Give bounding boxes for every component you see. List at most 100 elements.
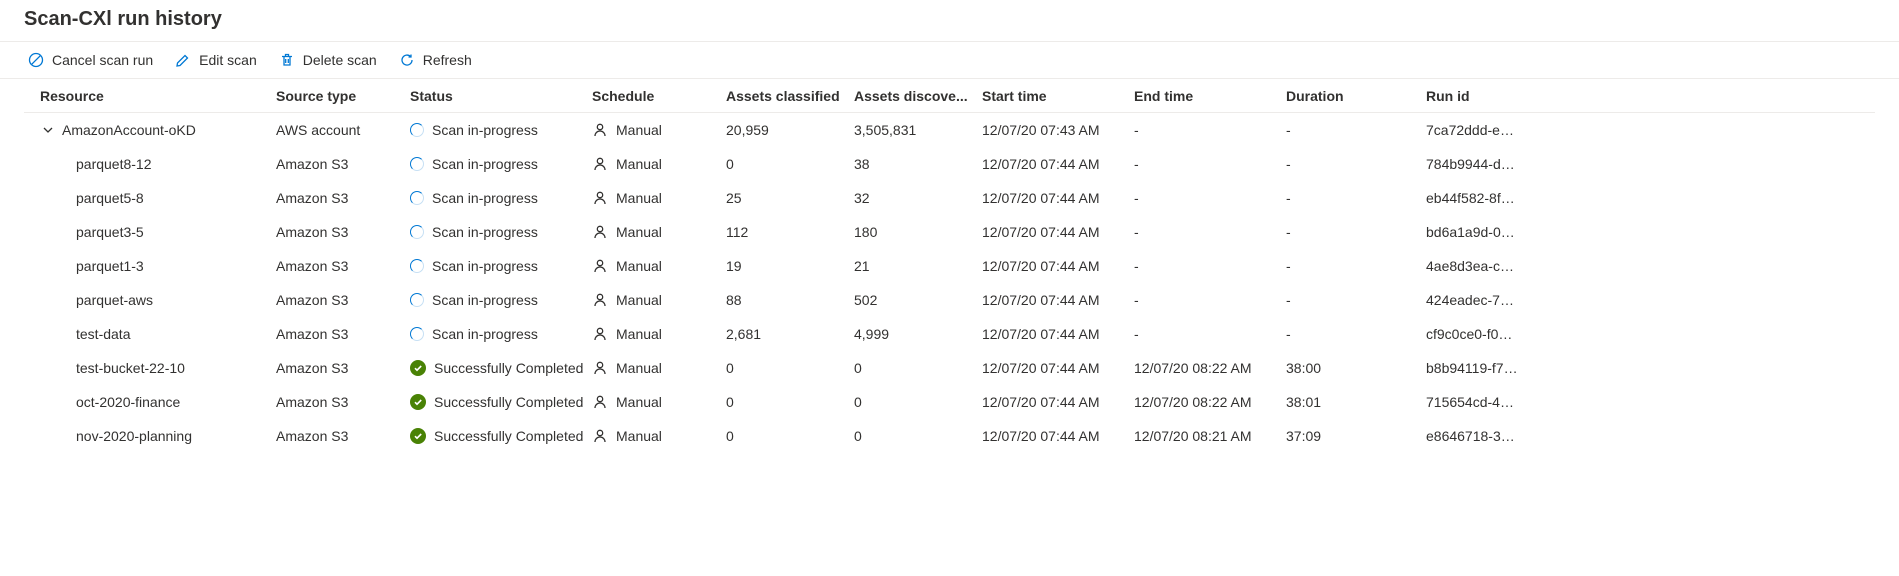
col-resource[interactable]: Resource [40,88,276,104]
person-icon [592,394,608,410]
chevron-down-icon[interactable] [40,124,56,136]
assets-discovered: 3,505,831 [854,122,982,138]
col-duration[interactable]: Duration [1286,88,1426,104]
refresh-icon [399,52,415,68]
end-time: - [1134,122,1286,138]
status-text: Successfully Completed [434,394,583,410]
schedule-cell: Manual [592,190,726,206]
spinner-icon [410,123,424,137]
source-type: Amazon S3 [276,156,410,172]
spinner-icon [410,191,424,205]
source-type: AWS account [276,122,410,138]
status-cell: Successfully Completed [410,394,592,410]
duration: - [1286,122,1426,138]
table-row[interactable]: parquet8-12Amazon S3Scan in-progressManu… [24,147,1875,181]
source-type: Amazon S3 [276,428,410,444]
assets-classified: 0 [726,156,854,172]
table-row[interactable]: parquet1-3Amazon S3Scan in-progressManua… [24,249,1875,283]
assets-classified: 20,959 [726,122,854,138]
source-type: Amazon S3 [276,360,410,376]
person-icon [592,156,608,172]
assets-classified: 112 [726,224,854,240]
col-end-time[interactable]: End time [1134,88,1286,104]
spinner-icon [410,259,424,273]
start-time: 12/07/20 07:44 AM [982,428,1134,444]
person-icon [592,224,608,240]
refresh-button[interactable]: Refresh [399,52,472,68]
status-cell: Scan in-progress [410,258,592,274]
assets-discovered: 0 [854,394,982,410]
run-history-table: Resource Source type Status Schedule Ass… [0,79,1899,453]
assets-classified: 25 [726,190,854,206]
assets-classified: 0 [726,394,854,410]
duration: - [1286,258,1426,274]
schedule-label: Manual [616,360,662,376]
start-time: 12/07/20 07:44 AM [982,360,1134,376]
duration: 38:01 [1286,394,1426,410]
run-id: 7ca72ddd-eb23-41 [1426,122,1526,138]
schedule-label: Manual [616,156,662,172]
table-row[interactable]: nov-2020-planningAmazon S3 Successfully C… [24,419,1875,453]
edit-scan-button[interactable]: Edit scan [175,52,257,68]
table-row[interactable]: parquet3-5Amazon S3Scan in-progressManua… [24,215,1875,249]
table-row[interactable]: parquet-awsAmazon S3Scan in-progressManu… [24,283,1875,317]
assets-discovered: 0 [854,360,982,376]
col-assets-classified[interactable]: Assets classified [726,88,854,104]
start-time: 12/07/20 07:44 AM [982,190,1134,206]
schedule-cell: Manual [592,292,726,308]
check-icon [410,428,426,444]
status-text: Scan in-progress [432,326,538,342]
duration: - [1286,224,1426,240]
table-body: AmazonAccount-oKDAWS account Scan in-prog… [24,113,1875,453]
col-start-time[interactable]: Start time [982,88,1134,104]
status-cell: Scan in-progress [410,224,592,240]
assets-discovered: 4,999 [854,326,982,342]
col-assets-discovered[interactable]: Assets discove... [854,88,982,104]
run-id: 4ae8d3ea-ca67-41 [1426,258,1526,274]
resource-name: parquet8-12 [76,156,152,172]
col-schedule[interactable]: Schedule [592,88,726,104]
status-cell: Successfully Completed [410,360,592,376]
resource-cell: test-bucket-22-10 [40,360,276,376]
col-run-id[interactable]: Run id [1426,88,1526,104]
schedule-cell: Manual [592,156,726,172]
person-icon [592,360,608,376]
start-time: 12/07/20 07:44 AM [982,326,1134,342]
status-text: Scan in-progress [432,258,538,274]
end-time: 12/07/20 08:22 AM [1134,360,1286,376]
table-header: Resource Source type Status Schedule Ass… [24,79,1875,113]
resource-name: test-bucket-22-10 [76,360,185,376]
resource-cell: AmazonAccount-oKD [40,122,276,138]
status-text: Successfully Completed [434,428,583,444]
run-id: cf9c0ce0-f051-4d6 [1426,326,1526,342]
person-icon [592,292,608,308]
schedule-cell: Manual [592,122,726,138]
end-time: - [1134,156,1286,172]
table-row[interactable]: test-bucket-22-10 Amazon S3Successfully C… [24,351,1875,385]
end-time: - [1134,224,1286,240]
spinner-icon [410,293,424,307]
col-status[interactable]: Status [410,88,592,104]
duration: - [1286,190,1426,206]
col-source-type[interactable]: Source type [276,88,410,104]
resource-name: oct-2020-finance [76,394,180,410]
duration: 37:09 [1286,428,1426,444]
end-time: 12/07/20 08:22 AM [1134,394,1286,410]
resource-name: test-data [76,326,130,342]
start-time: 12/07/20 07:44 AM [982,394,1134,410]
delete-icon [279,52,295,68]
table-row[interactable]: AmazonAccount-oKDAWS accountScan in-prog… [24,113,1875,147]
table-row[interactable]: parquet5-8Amazon S3Scan in-progressManua… [24,181,1875,215]
table-row[interactable]: oct-2020-financeAmazon S3Successfully Co… [24,385,1875,419]
start-time: 12/07/20 07:44 AM [982,292,1134,308]
cancel-scan-button[interactable]: Cancel scan run [28,52,153,68]
assets-discovered: 21 [854,258,982,274]
resource-cell: nov-2020-planning [40,428,276,444]
schedule-cell: Manual [592,224,726,240]
schedule-cell: Manual [592,428,726,444]
delete-scan-button[interactable]: Delete scan [279,52,377,68]
schedule-label: Manual [616,258,662,274]
source-type: Amazon S3 [276,190,410,206]
start-time: 12/07/20 07:43 AM [982,122,1134,138]
table-row[interactable]: test-dataAmazon S3Scan in-progressManual… [24,317,1875,351]
